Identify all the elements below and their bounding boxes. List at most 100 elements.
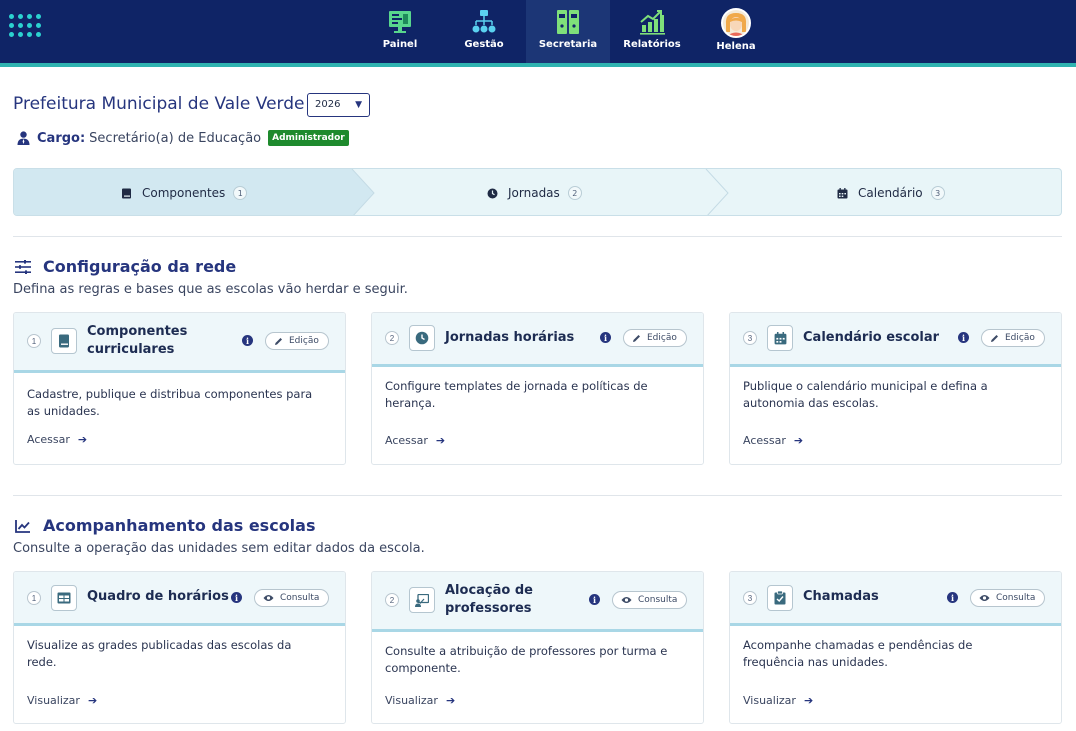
nav-label: Painel: [382, 39, 418, 50]
card-number: 1: [27, 334, 41, 348]
line-chart-icon: [15, 519, 30, 533]
chart-growth-icon: [640, 10, 665, 35]
card-componentes-curriculares: 1 Componentes curriculares i Edição Cada…: [13, 312, 346, 465]
desc-line: Cadastre, publique e distribua component…: [27, 387, 313, 401]
card-title-line: Calendário escolar: [803, 330, 940, 345]
card-title-line: curriculares: [87, 342, 175, 357]
card-link-acessar[interactable]: Acessar ➔: [743, 434, 803, 447]
calendar-icon: [767, 325, 793, 351]
clock-icon: [487, 188, 498, 198]
nav-item-user[interactable]: Helena: [694, 0, 778, 63]
card-title-line: Chamadas: [803, 589, 879, 604]
step-number: 3: [930, 186, 945, 200]
info-icon[interactable]: i: [242, 335, 253, 346]
apps-grid-icon[interactable]: [9, 14, 41, 46]
pencil-icon: [275, 337, 282, 345]
section-divider: [13, 236, 1062, 237]
step-label: Calendário: [858, 186, 923, 200]
top-navigation-bar: Painel Gestão Secretaria Relatórios Hele…: [0, 0, 1076, 63]
info-icon[interactable]: i: [600, 332, 611, 343]
pill-label: Edição: [1005, 333, 1035, 343]
teacher-board-icon: [409, 587, 435, 613]
arrow-right-icon: ➔: [803, 694, 814, 707]
pill-label: Consulta: [638, 595, 678, 605]
view-mode-pill[interactable]: Consulta: [612, 591, 688, 609]
card-number: 3: [743, 331, 757, 345]
link-label: Acessar: [385, 434, 428, 447]
card-title-line: Alocação de: [445, 583, 533, 598]
nav-label: Gestão: [464, 39, 504, 50]
desc-line: autonomia das escolas.: [743, 396, 879, 410]
avatar: [721, 8, 751, 38]
year-select[interactable]: 2026 ▼: [307, 93, 370, 117]
section-title-config: Configuração da rede: [15, 257, 236, 276]
nav-item-gestao[interactable]: Gestão: [442, 0, 526, 63]
main-nav: Painel Gestão Secretaria Relatórios Hele…: [358, 0, 778, 63]
desc-line: Configure templates de jornada e polític…: [385, 379, 648, 393]
card-header: 3 Chamadas i Consulta: [730, 572, 1061, 626]
view-mode-pill[interactable]: Consulta: [254, 589, 330, 607]
nav-label: Secretaria: [538, 39, 598, 50]
arrow-right-icon: ➔: [77, 433, 88, 446]
step-label: Jornadas: [508, 186, 560, 200]
section-title-text: Configuração da rede: [43, 257, 237, 276]
link-label: Acessar: [743, 434, 786, 447]
section-subtitle: Consulte a operação das unidades sem edi…: [13, 541, 425, 556]
info-icon[interactable]: i: [589, 594, 600, 605]
card-chamadas: 3 Chamadas i Consulta Acompanhe chamadas…: [729, 571, 1062, 724]
card-link-visualizar[interactable]: Visualizar ➔: [385, 694, 455, 707]
edit-mode-pill[interactable]: Edição: [623, 329, 687, 347]
card-link-acessar[interactable]: Acessar ➔: [27, 433, 87, 446]
pencil-icon: [633, 334, 640, 342]
book-icon: [51, 328, 77, 354]
nav-item-relatorios[interactable]: Relatórios: [610, 0, 694, 63]
section-subtitle: Defina as regras e bases que as escolas …: [13, 282, 408, 297]
edit-mode-pill[interactable]: Edição: [265, 332, 329, 350]
clock-icon: [409, 325, 435, 351]
card-link-visualizar[interactable]: Visualizar ➔: [743, 694, 813, 707]
chevron-down-icon: ▼: [355, 100, 362, 110]
year-select-value: 2026: [315, 99, 341, 110]
pill-label: Consulta: [280, 593, 320, 603]
card-title: Quadro de horários: [87, 588, 229, 606]
card-title-line: Jornadas horárias: [445, 330, 575, 345]
user-icon: [17, 131, 30, 145]
cargo-row: Cargo: Secretário(a) de Educação Adminis…: [17, 128, 349, 148]
card-header: 2 Alocação de professores i Consulta: [372, 572, 703, 632]
eye-icon: [979, 595, 990, 601]
info-icon[interactable]: i: [958, 332, 969, 343]
binders-icon: [557, 10, 579, 34]
step-calendario[interactable]: Calendário 3: [837, 169, 945, 215]
link-label: Visualizar: [27, 694, 80, 707]
arrow-right-icon: ➔: [793, 434, 804, 447]
section-divider: [13, 495, 1062, 496]
card-header: 1 Quadro de horários i Consulta: [14, 572, 345, 626]
card-title: Jornadas horárias: [445, 329, 574, 347]
arrow-right-icon: ➔: [435, 434, 446, 447]
info-icon[interactable]: i: [231, 592, 242, 603]
step-componentes[interactable]: Componentes 1: [121, 169, 248, 215]
desc-line: Publique o calendário municipal e defina…: [743, 379, 988, 393]
pencil-icon: [991, 334, 998, 342]
card-description: Publique o calendário municipal e defina…: [743, 378, 1048, 412]
view-mode-pill[interactable]: Consulta: [970, 589, 1046, 607]
nav-item-secretaria[interactable]: Secretaria: [526, 0, 610, 63]
table-grid-icon: [51, 585, 77, 611]
stepper: Componentes 1 Jornadas 2 Calendário 3: [13, 168, 1062, 216]
step-jornadas[interactable]: Jornadas 2: [487, 169, 582, 215]
desc-line: Consulte a atribuição de professores por…: [385, 644, 668, 658]
card-quadro-de-horarios: 1 Quadro de horários i Consulta Visualiz…: [13, 571, 346, 724]
desc-line: herança.: [385, 396, 436, 410]
calendar-icon: [837, 187, 848, 198]
cargo-label: Cargo:: [37, 130, 86, 146]
desc-line: as unidades.: [27, 404, 100, 418]
edit-mode-pill[interactable]: Edição: [981, 329, 1045, 347]
cargo-value: Secretário(a) de Educação: [89, 130, 262, 146]
card-number: 2: [385, 593, 399, 607]
card-link-visualizar[interactable]: Visualizar ➔: [27, 694, 97, 707]
book-icon: [122, 188, 131, 198]
card-link-acessar[interactable]: Acessar ➔: [385, 434, 445, 447]
nav-item-painel[interactable]: Painel: [358, 0, 442, 63]
card-description: Consulte a atribuição de professores por…: [385, 643, 690, 677]
info-icon[interactable]: i: [947, 592, 958, 603]
